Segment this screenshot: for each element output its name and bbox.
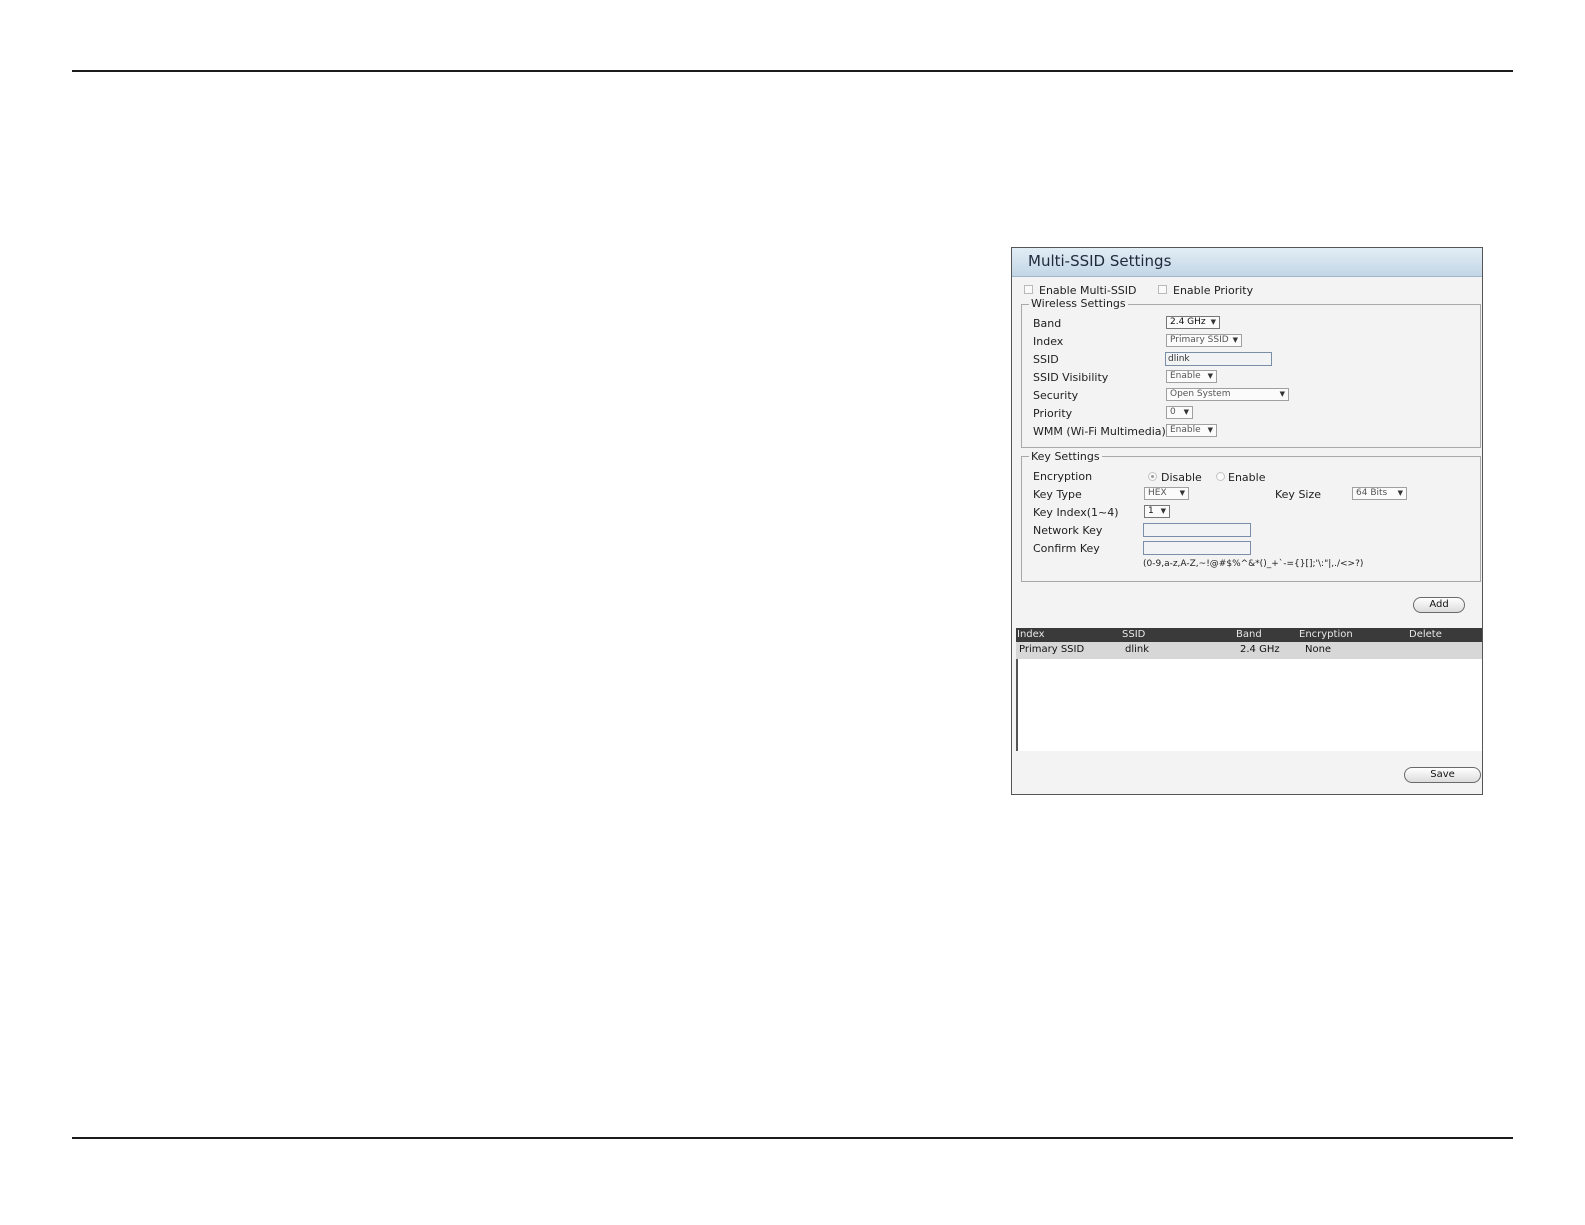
confirm-key-input[interactable]: [1143, 541, 1251, 555]
key-type-value: HEX: [1148, 488, 1167, 498]
ssid-table-header: Index SSID Band Encryption Delete: [1016, 628, 1482, 642]
column-header-band: Band: [1236, 629, 1262, 640]
bottom-rule: [72, 1137, 1513, 1139]
allowed-characters-hint: (0-9,a-z,A-Z,~!@#$%^&*()_+`-={}[];'\:"|,…: [1143, 559, 1364, 569]
enable-priority-checkbox[interactable]: [1158, 285, 1167, 294]
priority-select-value: 0: [1170, 407, 1176, 417]
chevron-down-icon: ▼: [1179, 489, 1185, 497]
security-select-value: Open System: [1170, 389, 1231, 399]
chevron-down-icon: ▼: [1183, 408, 1189, 416]
ssid-table-body: [1016, 659, 1482, 751]
table-row[interactable]: Primary SSID dlink 2.4 GHz None: [1016, 642, 1482, 659]
chevron-down-icon: ▼: [1397, 489, 1403, 497]
panel-title: Multi-SSID Settings: [1028, 252, 1172, 270]
column-header-index: Index: [1017, 629, 1045, 640]
row-encryption: None: [1305, 644, 1332, 655]
band-label: Band: [1033, 317, 1062, 330]
ssid-visibility-select[interactable]: Enable ▼: [1166, 370, 1217, 383]
panel-header: Multi-SSID Settings: [1012, 248, 1482, 277]
multi-ssid-settings-panel: Multi-SSID Settings Enable Multi-SSID En…: [1011, 247, 1483, 795]
add-button[interactable]: Add: [1413, 597, 1465, 613]
chevron-down-icon: ▼: [1207, 372, 1213, 380]
encryption-disable-label: Disable: [1161, 471, 1202, 484]
enable-multi-ssid-checkbox[interactable]: [1024, 285, 1033, 294]
band-select[interactable]: 2.4 GHz ▼: [1166, 316, 1220, 329]
ssid-label: SSID: [1033, 353, 1059, 366]
ssid-visibility-label: SSID Visibility: [1033, 371, 1109, 384]
network-key-label: Network Key: [1033, 524, 1103, 537]
key-index-label: Key Index(1~4): [1033, 506, 1119, 519]
column-header-ssid: SSID: [1122, 629, 1146, 640]
encryption-disable-radio[interactable]: [1148, 472, 1157, 481]
key-size-select[interactable]: 64 Bits ▼: [1352, 487, 1407, 500]
column-header-encryption: Encryption: [1299, 629, 1353, 640]
index-select[interactable]: Primary SSID ▼: [1166, 334, 1242, 347]
key-type-select[interactable]: HEX ▼: [1144, 487, 1189, 500]
encryption-label: Encryption: [1033, 470, 1093, 483]
top-rule: [72, 70, 1513, 72]
key-settings-legend: Key Settings: [1029, 450, 1102, 463]
chevron-down-icon: ▼: [1279, 390, 1285, 398]
priority-label: Priority: [1033, 407, 1073, 420]
row-band: 2.4 GHz: [1240, 644, 1280, 655]
index-label: Index: [1033, 335, 1064, 348]
wmm-label: WMM (Wi-Fi Multimedia): [1033, 425, 1166, 438]
wmm-select[interactable]: Enable ▼: [1166, 424, 1217, 437]
ssid-visibility-value: Enable: [1170, 371, 1201, 381]
network-key-input[interactable]: [1143, 523, 1251, 537]
key-index-value: 1: [1148, 506, 1154, 516]
row-ssid: dlink: [1125, 644, 1150, 655]
chevron-down-icon: ▼: [1160, 507, 1166, 515]
chevron-down-icon: ▼: [1232, 336, 1238, 344]
index-select-value: Primary SSID: [1170, 335, 1229, 345]
key-size-label: Key Size: [1275, 488, 1322, 501]
key-index-select[interactable]: 1 ▼: [1144, 505, 1170, 518]
band-select-value: 2.4 GHz: [1170, 317, 1206, 327]
security-select[interactable]: Open System ▼: [1166, 388, 1289, 401]
encryption-enable-radio[interactable]: [1216, 472, 1225, 481]
row-index: Primary SSID: [1019, 644, 1085, 655]
encryption-enable-label: Enable: [1228, 471, 1266, 484]
confirm-key-label: Confirm Key: [1033, 542, 1100, 555]
wmm-select-value: Enable: [1170, 425, 1201, 435]
wireless-settings-legend: Wireless Settings: [1029, 297, 1128, 310]
security-label: Security: [1033, 389, 1079, 402]
key-size-value: 64 Bits: [1356, 488, 1388, 498]
ssid-input[interactable]: dlink: [1165, 352, 1272, 366]
chevron-down-icon: ▼: [1210, 318, 1216, 326]
enable-priority-label: Enable Priority: [1173, 284, 1254, 297]
enable-multi-ssid-label: Enable Multi-SSID: [1039, 284, 1137, 297]
chevron-down-icon: ▼: [1207, 426, 1213, 434]
save-button[interactable]: Save: [1404, 767, 1481, 783]
priority-select[interactable]: 0 ▼: [1166, 406, 1193, 419]
column-header-delete: Delete: [1409, 629, 1442, 640]
key-type-label: Key Type: [1033, 488, 1082, 501]
